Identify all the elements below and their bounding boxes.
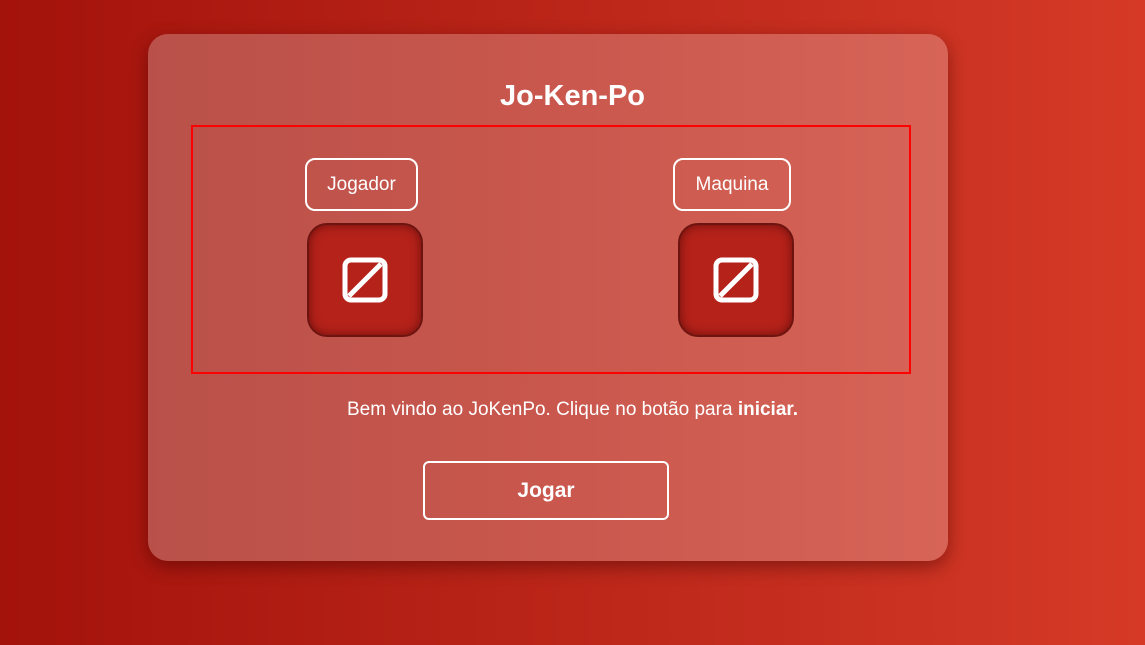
arena-area	[191, 125, 911, 374]
player-label: Jogador	[305, 158, 418, 211]
welcome-message-text: Bem vindo ao JoKenPo. Clique no botão pa…	[346, 399, 738, 420]
page-title: Jo-Ken-Po	[500, 80, 645, 112]
welcome-message-emphasis: iniciar.	[737, 399, 799, 420]
play-button[interactable]: Jogar	[423, 461, 669, 520]
no-image-icon	[713, 257, 759, 303]
machine-choice-tile	[678, 223, 794, 337]
machine-label: Maquina	[673, 158, 791, 211]
no-image-icon	[342, 257, 388, 303]
player-choice-tile	[307, 223, 423, 337]
welcome-message: Bem vindo ao JoKenPo. Clique no botão pa…	[0, 398, 1145, 422]
